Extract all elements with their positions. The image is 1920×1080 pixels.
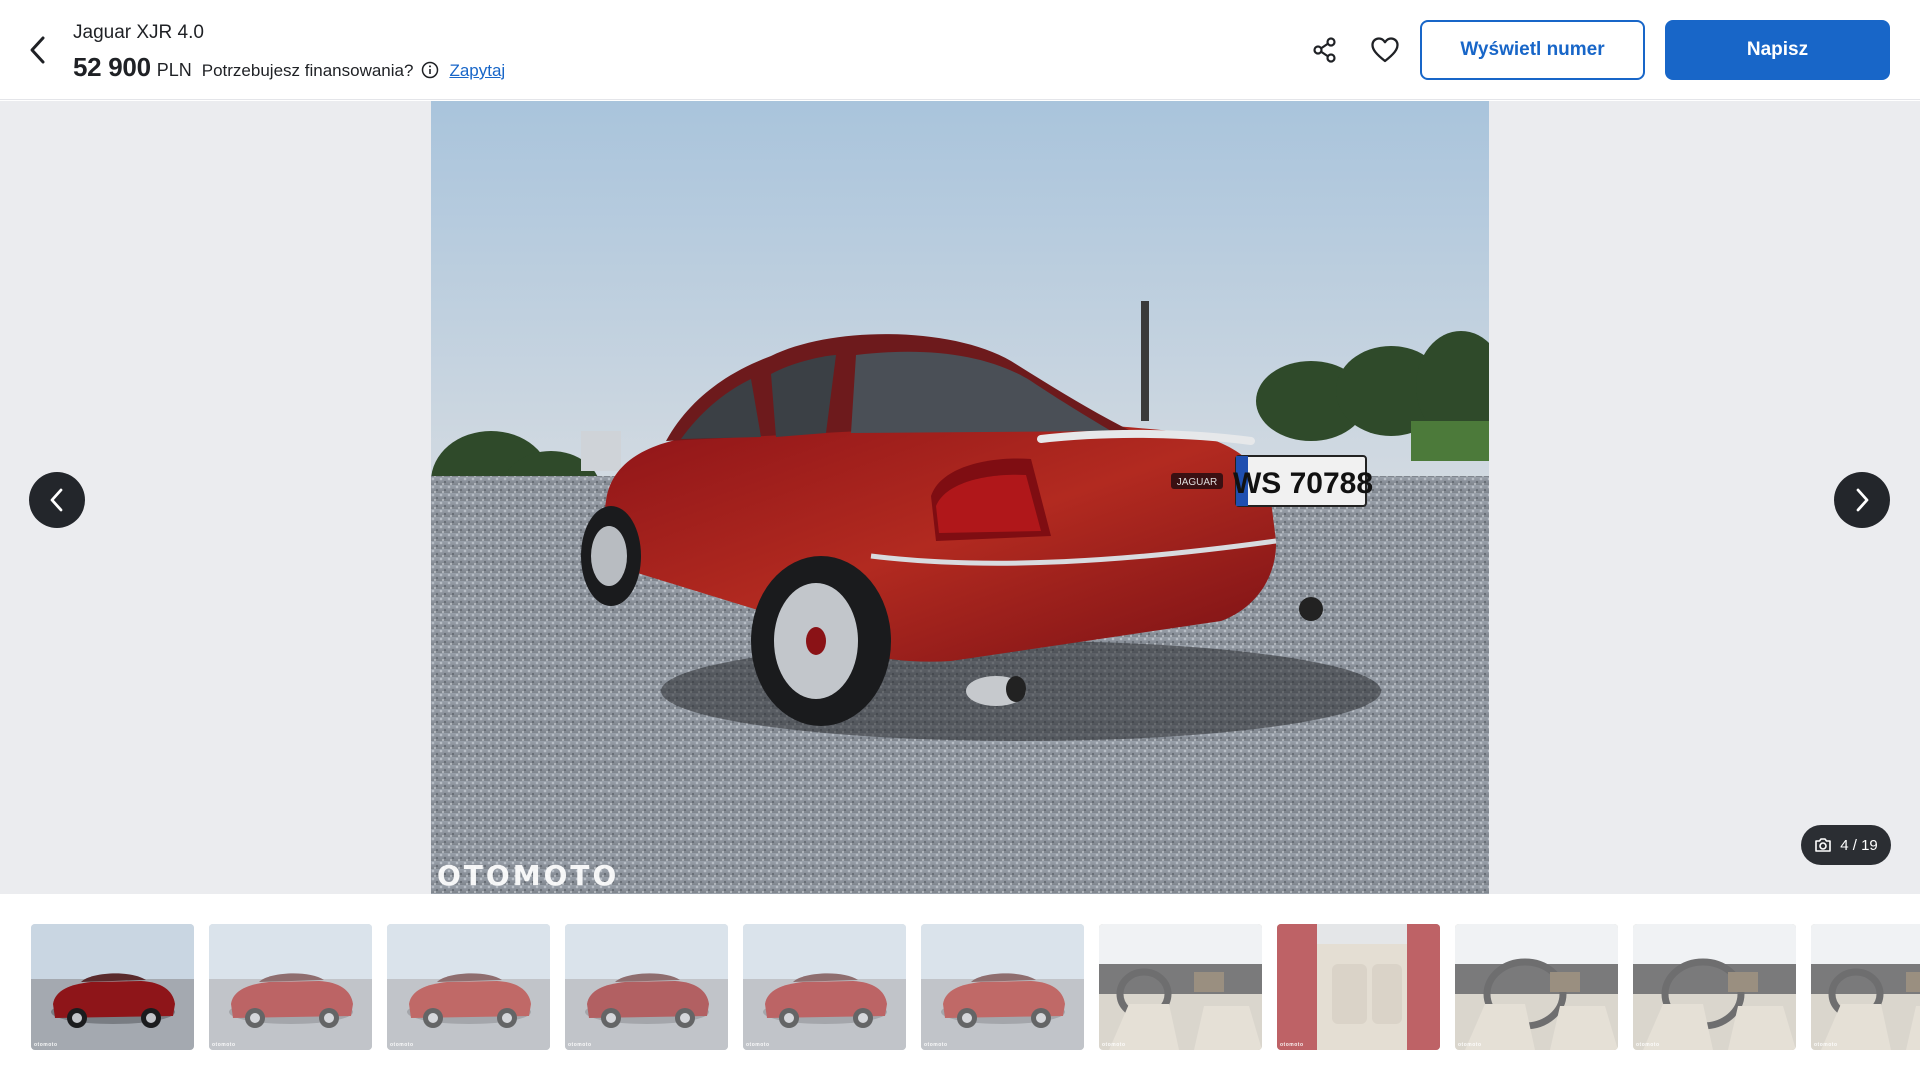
thumbnail-image <box>31 924 194 1050</box>
thumbnail-watermark: otomoto <box>1458 1042 1482 1048</box>
financing-ask-link[interactable]: Zapytaj <box>449 61 505 81</box>
price-row: 52 900 PLN Potrzebujesz finansowania? Za… <box>73 52 505 83</box>
show-number-button[interactable]: Wyświetl numer <box>1420 20 1645 80</box>
thumbnail-overlay <box>209 924 372 1050</box>
heart-icon <box>1371 37 1399 63</box>
price-value: 52 900 <box>73 52 151 82</box>
back-button[interactable] <box>22 30 54 70</box>
thumbnail-watermark: otomoto <box>1102 1042 1126 1048</box>
thumbnail-overlay <box>1811 924 1920 1050</box>
photo-gallery: WS 70788 JAGUAR OTOMOTO 4 / 19 <box>0 101 1920 894</box>
license-plate-text: WS 70788 <box>1233 467 1373 500</box>
thumbnail-2[interactable]: otomoto <box>209 924 372 1050</box>
financing-question: Potrzebujesz finansowania? <box>201 61 414 80</box>
previous-photo-button[interactable] <box>29 472 85 528</box>
thumbnail-overlay <box>1099 924 1262 1050</box>
chevron-right-icon <box>1856 488 1869 512</box>
chevron-left-icon <box>50 488 63 512</box>
car-photo: WS 70788 JAGUAR <box>431 101 1489 894</box>
top-bar: Jaguar XJR 4.0 52 900 PLN Potrzebujesz f… <box>0 0 1920 100</box>
thumbnail-11[interactable]: otomoto <box>1811 924 1920 1050</box>
thumbnail-overlay <box>1277 924 1440 1050</box>
thumbnail-watermark: otomoto <box>390 1042 414 1048</box>
thumbnail-watermark: otomoto <box>568 1042 592 1048</box>
thumbnail-watermark: otomoto <box>34 1042 58 1048</box>
listing-title: Jaguar XJR 4.0 <box>73 22 204 43</box>
thumbnail-5[interactable]: otomoto <box>743 924 906 1050</box>
thumbnail-8[interactable]: otomoto <box>1277 924 1440 1050</box>
thumbnail-1[interactable]: otomoto <box>31 924 194 1050</box>
thumbnail-watermark: otomoto <box>924 1042 948 1048</box>
share-icon <box>1313 37 1336 63</box>
thumbnail-watermark: otomoto <box>746 1042 770 1048</box>
thumbnail-overlay <box>387 924 550 1050</box>
write-message-button[interactable]: Napisz <box>1665 20 1890 80</box>
thumbnail-6[interactable]: otomoto <box>921 924 1084 1050</box>
info-icon[interactable] <box>421 61 439 79</box>
thumbnail-overlay <box>921 924 1084 1050</box>
chevron-left-icon <box>30 36 45 64</box>
thumbnail-overlay <box>1455 924 1618 1050</box>
otomoto-watermark: OTOMOTO <box>437 859 620 892</box>
camera-icon <box>1815 838 1832 852</box>
main-photo[interactable]: WS 70788 JAGUAR OTOMOTO <box>431 101 1489 894</box>
thumbnail-watermark: otomoto <box>1814 1042 1838 1048</box>
trunk-badge-text: JAGUAR <box>1177 477 1218 488</box>
thumbnail-7[interactable]: otomoto <box>1099 924 1262 1050</box>
photo-counter-text: 4 / 19 <box>1840 836 1878 854</box>
share-button[interactable] <box>1308 33 1342 67</box>
thumbnail-10[interactable]: otomoto <box>1633 924 1796 1050</box>
thumbnail-overlay <box>565 924 728 1050</box>
price-currency: PLN <box>156 60 192 80</box>
next-photo-button[interactable] <box>1834 472 1890 528</box>
thumbnail-watermark: otomoto <box>1280 1042 1304 1048</box>
thumbnail-4[interactable]: otomoto <box>565 924 728 1050</box>
thumbnail-3[interactable]: otomoto <box>387 924 550 1050</box>
thumbnail-overlay <box>743 924 906 1050</box>
thumbnail-overlay <box>1633 924 1796 1050</box>
thumbnail-watermark: otomoto <box>212 1042 236 1048</box>
thumbnail-watermark: otomoto <box>1636 1042 1660 1048</box>
photo-counter: 4 / 19 <box>1801 825 1891 865</box>
thumbnail-9[interactable]: otomoto <box>1455 924 1618 1050</box>
thumbnail-strip: otomoto otomoto otomoto otomoto otomoto otomo… <box>0 924 1920 1050</box>
favorite-button[interactable] <box>1368 33 1402 67</box>
